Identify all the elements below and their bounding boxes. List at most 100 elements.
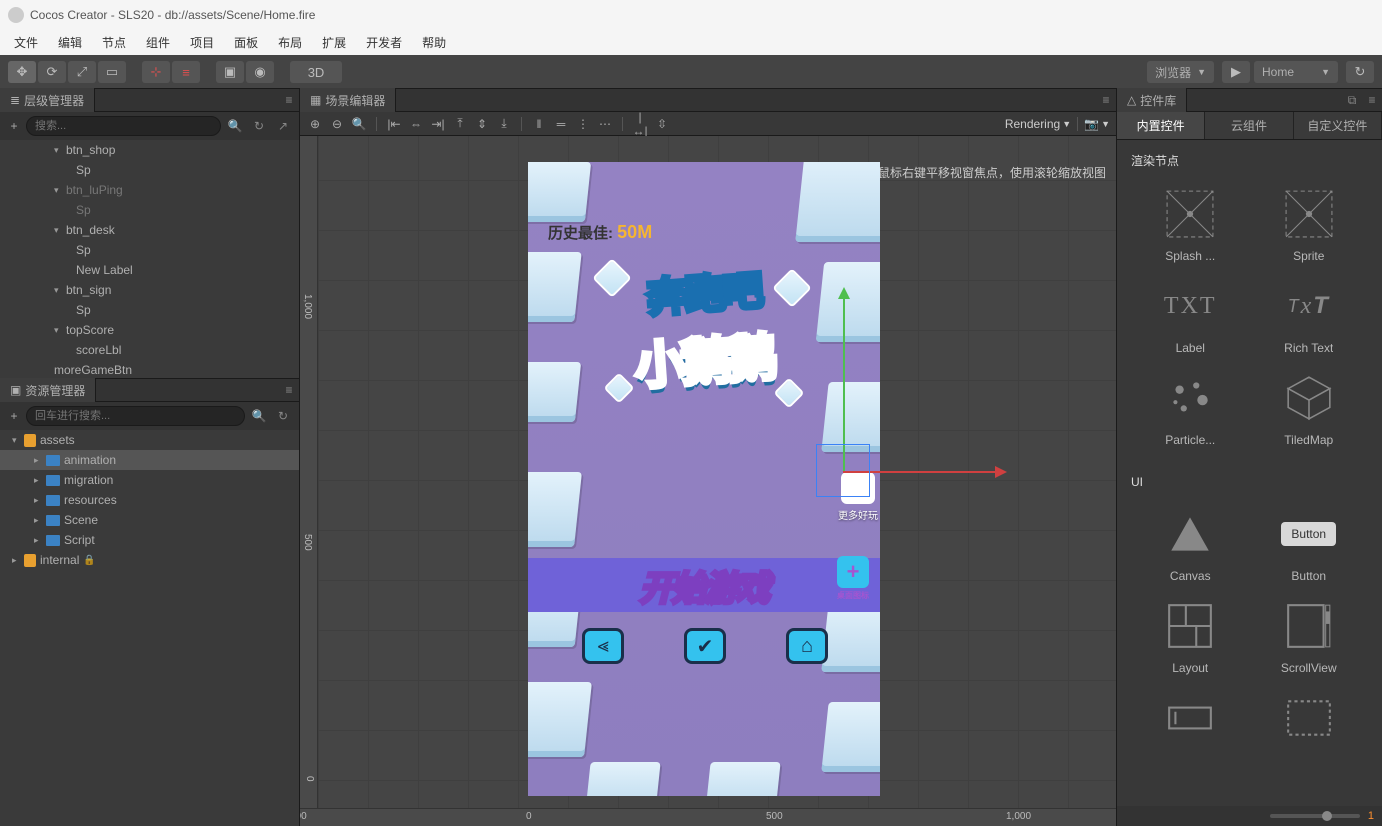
tree-item[interactable]: ▾btn_luPing xyxy=(0,180,299,200)
comp-sprite[interactable]: Sprite xyxy=(1264,189,1355,263)
distribute-h2-icon[interactable]: ⋮ xyxy=(574,117,592,131)
rendering-dropdown[interactable]: Rendering xyxy=(1005,117,1060,131)
zoom-fit-icon[interactable]: 🔍 xyxy=(350,117,368,131)
panel-menu-icon[interactable]: ≡ xyxy=(1362,93,1382,107)
distribute-v2-icon[interactable]: ⋯ xyxy=(596,117,614,131)
comp-tiledmap[interactable]: TiledMap xyxy=(1264,373,1355,447)
anchor-tool-button[interactable]: ⊹ xyxy=(142,61,170,83)
tree-item[interactable]: Sp xyxy=(0,300,299,320)
menu-component[interactable]: 组件 xyxy=(136,30,180,55)
widget-library-tab[interactable]: △ 控件库 xyxy=(1117,88,1187,113)
global-tool-button[interactable]: ◉ xyxy=(246,61,274,83)
menu-developer[interactable]: 开发者 xyxy=(356,30,412,55)
camera-icon[interactable]: 📷 xyxy=(1084,117,1099,131)
add-node-button[interactable]: + xyxy=(6,119,22,133)
asset-tree-item[interactable]: ▸migration xyxy=(0,470,299,490)
folder-icon xyxy=(46,535,60,546)
tree-item[interactable]: moreGameBtn xyxy=(0,360,299,378)
tree-item[interactable]: New Label xyxy=(0,260,299,280)
selection-rect[interactable] xyxy=(816,444,870,497)
tree-item-label: btn_luPing xyxy=(66,183,123,197)
asset-tree-item[interactable]: ▸internal🔒 xyxy=(0,550,299,570)
collapse-icon[interactable]: ↗ xyxy=(273,119,293,133)
comp-particle[interactable]: Particle... xyxy=(1145,373,1236,447)
menu-project[interactable]: 项目 xyxy=(180,30,224,55)
menu-file[interactable]: 文件 xyxy=(4,30,48,55)
scale-tool-button[interactable]: ⤢ xyxy=(68,61,96,83)
menu-node[interactable]: 节点 xyxy=(92,30,136,55)
comp-canvas[interactable]: Canvas xyxy=(1145,509,1236,583)
scene-editor-tab[interactable]: ▦ 场景编辑器 xyxy=(300,88,396,113)
popout-icon[interactable]: ⧉ xyxy=(1342,93,1362,108)
scene-select-dropdown[interactable]: Home▼ xyxy=(1254,61,1338,83)
comp-scrollview[interactable]: ScrollView xyxy=(1264,601,1355,675)
refresh-icon[interactable]: ↻ xyxy=(273,409,293,423)
share-icon: ⪡ xyxy=(597,635,608,658)
comp-richtext[interactable]: TxT Rich Text xyxy=(1264,281,1355,355)
tree-item[interactable]: ▾topScore xyxy=(0,320,299,340)
comp-extra2[interactable] xyxy=(1264,693,1355,743)
comp-label[interactable]: TXT Label xyxy=(1145,281,1236,355)
comp-button[interactable]: Button Button xyxy=(1264,509,1355,583)
tab-builtin[interactable]: 内置控件 xyxy=(1117,112,1205,139)
assets-tab[interactable]: ▣ 资源管理器 xyxy=(0,378,96,403)
panel-menu-icon[interactable]: ≡ xyxy=(279,383,299,397)
align-bottom-icon[interactable]: ⤓ xyxy=(495,116,513,131)
zoom-out-icon[interactable]: ⊖ xyxy=(328,117,346,131)
align-left-icon[interactable]: |⇤ xyxy=(385,117,403,131)
assets-search-input[interactable] xyxy=(26,406,245,426)
hierarchy-search-input[interactable] xyxy=(26,116,221,136)
preview-platform-dropdown[interactable]: 浏览器▼ xyxy=(1147,61,1214,83)
panel-menu-icon[interactable]: ≡ xyxy=(279,93,299,107)
play-button[interactable]: ▶ xyxy=(1222,61,1250,83)
search-icon[interactable]: 🔍 xyxy=(225,119,245,133)
tree-item[interactable]: ▾btn_sign xyxy=(0,280,299,300)
refresh-icon[interactable]: ↻ xyxy=(249,119,269,133)
tab-cloud[interactable]: 云组件 xyxy=(1205,112,1293,139)
menu-panel[interactable]: 面板 xyxy=(224,30,268,55)
tree-item[interactable]: Sp xyxy=(0,200,299,220)
menu-edit[interactable]: 编辑 xyxy=(48,30,92,55)
3d-toggle-button[interactable]: 3D xyxy=(290,61,342,83)
zoom-in-icon[interactable]: ⊕ xyxy=(306,117,324,131)
spacing-icon[interactable]: |↔| xyxy=(631,110,649,138)
tree-item[interactable]: ▾btn_shop xyxy=(0,140,299,160)
tree-item[interactable]: ▾btn_desk xyxy=(0,220,299,240)
comp-layout[interactable]: Layout xyxy=(1145,601,1236,675)
comp-extra1[interactable] xyxy=(1145,693,1236,743)
refresh-button[interactable]: ↻ xyxy=(1346,61,1374,83)
distribute-v-icon[interactable]: ═ xyxy=(552,117,570,131)
tree-item[interactable]: scoreLbl xyxy=(0,340,299,360)
local-tool-button[interactable]: ▣ xyxy=(216,61,244,83)
asset-tree-item[interactable]: ▸animation xyxy=(0,450,299,470)
tab-custom[interactable]: 自定义控件 xyxy=(1294,112,1382,139)
asset-tree-item[interactable]: ▸Script xyxy=(0,530,299,550)
tree-item[interactable]: Sp xyxy=(0,160,299,180)
distribute-h-icon[interactable]: ‖ xyxy=(530,117,548,131)
menu-layout[interactable]: 布局 xyxy=(268,30,312,55)
asset-tree-item[interactable]: ▸resources xyxy=(0,490,299,510)
asset-tree-item[interactable]: ▾assets xyxy=(0,430,299,450)
rotate-tool-button[interactable]: ⟳ xyxy=(38,61,66,83)
menu-extension[interactable]: 扩展 xyxy=(312,30,356,55)
comp-splash[interactable]: Splash ... xyxy=(1145,189,1236,263)
move-tool-button[interactable]: ✥ xyxy=(8,61,36,83)
hierarchy-tab[interactable]: ≣ 层级管理器 xyxy=(0,88,95,113)
align-center-h-icon[interactable]: ⇔ xyxy=(407,117,425,131)
pivot-tool-button[interactable]: ≡ xyxy=(172,61,200,83)
menu-help[interactable]: 帮助 xyxy=(412,30,456,55)
spacing-v-icon[interactable]: ⇳ xyxy=(653,117,671,131)
tree-item[interactable]: Sp xyxy=(0,240,299,260)
hierarchy-tree[interactable]: ▾btn_shopSp▾btn_luPingSp▾btn_deskSpNew L… xyxy=(0,140,299,378)
align-center-v-icon[interactable]: ⇕ xyxy=(473,117,491,131)
scene-viewport[interactable]: 使用鼠标右键平移视窗焦点，使用滚轮缩放视图 xyxy=(300,136,1116,826)
align-right-icon[interactable]: ⇥| xyxy=(429,117,447,131)
assets-tree[interactable]: ▾assets▸animation▸migration▸resources▸Sc… xyxy=(0,430,299,826)
rect-tool-button[interactable]: ▭ xyxy=(98,61,126,83)
align-top-icon[interactable]: ⤒ xyxy=(451,116,469,131)
add-asset-button[interactable]: + xyxy=(6,409,22,423)
zoom-slider[interactable] xyxy=(1270,814,1360,818)
search-icon[interactable]: 🔍 xyxy=(249,409,269,423)
asset-tree-item[interactable]: ▸Scene xyxy=(0,510,299,530)
panel-menu-icon[interactable]: ≡ xyxy=(1096,93,1116,107)
